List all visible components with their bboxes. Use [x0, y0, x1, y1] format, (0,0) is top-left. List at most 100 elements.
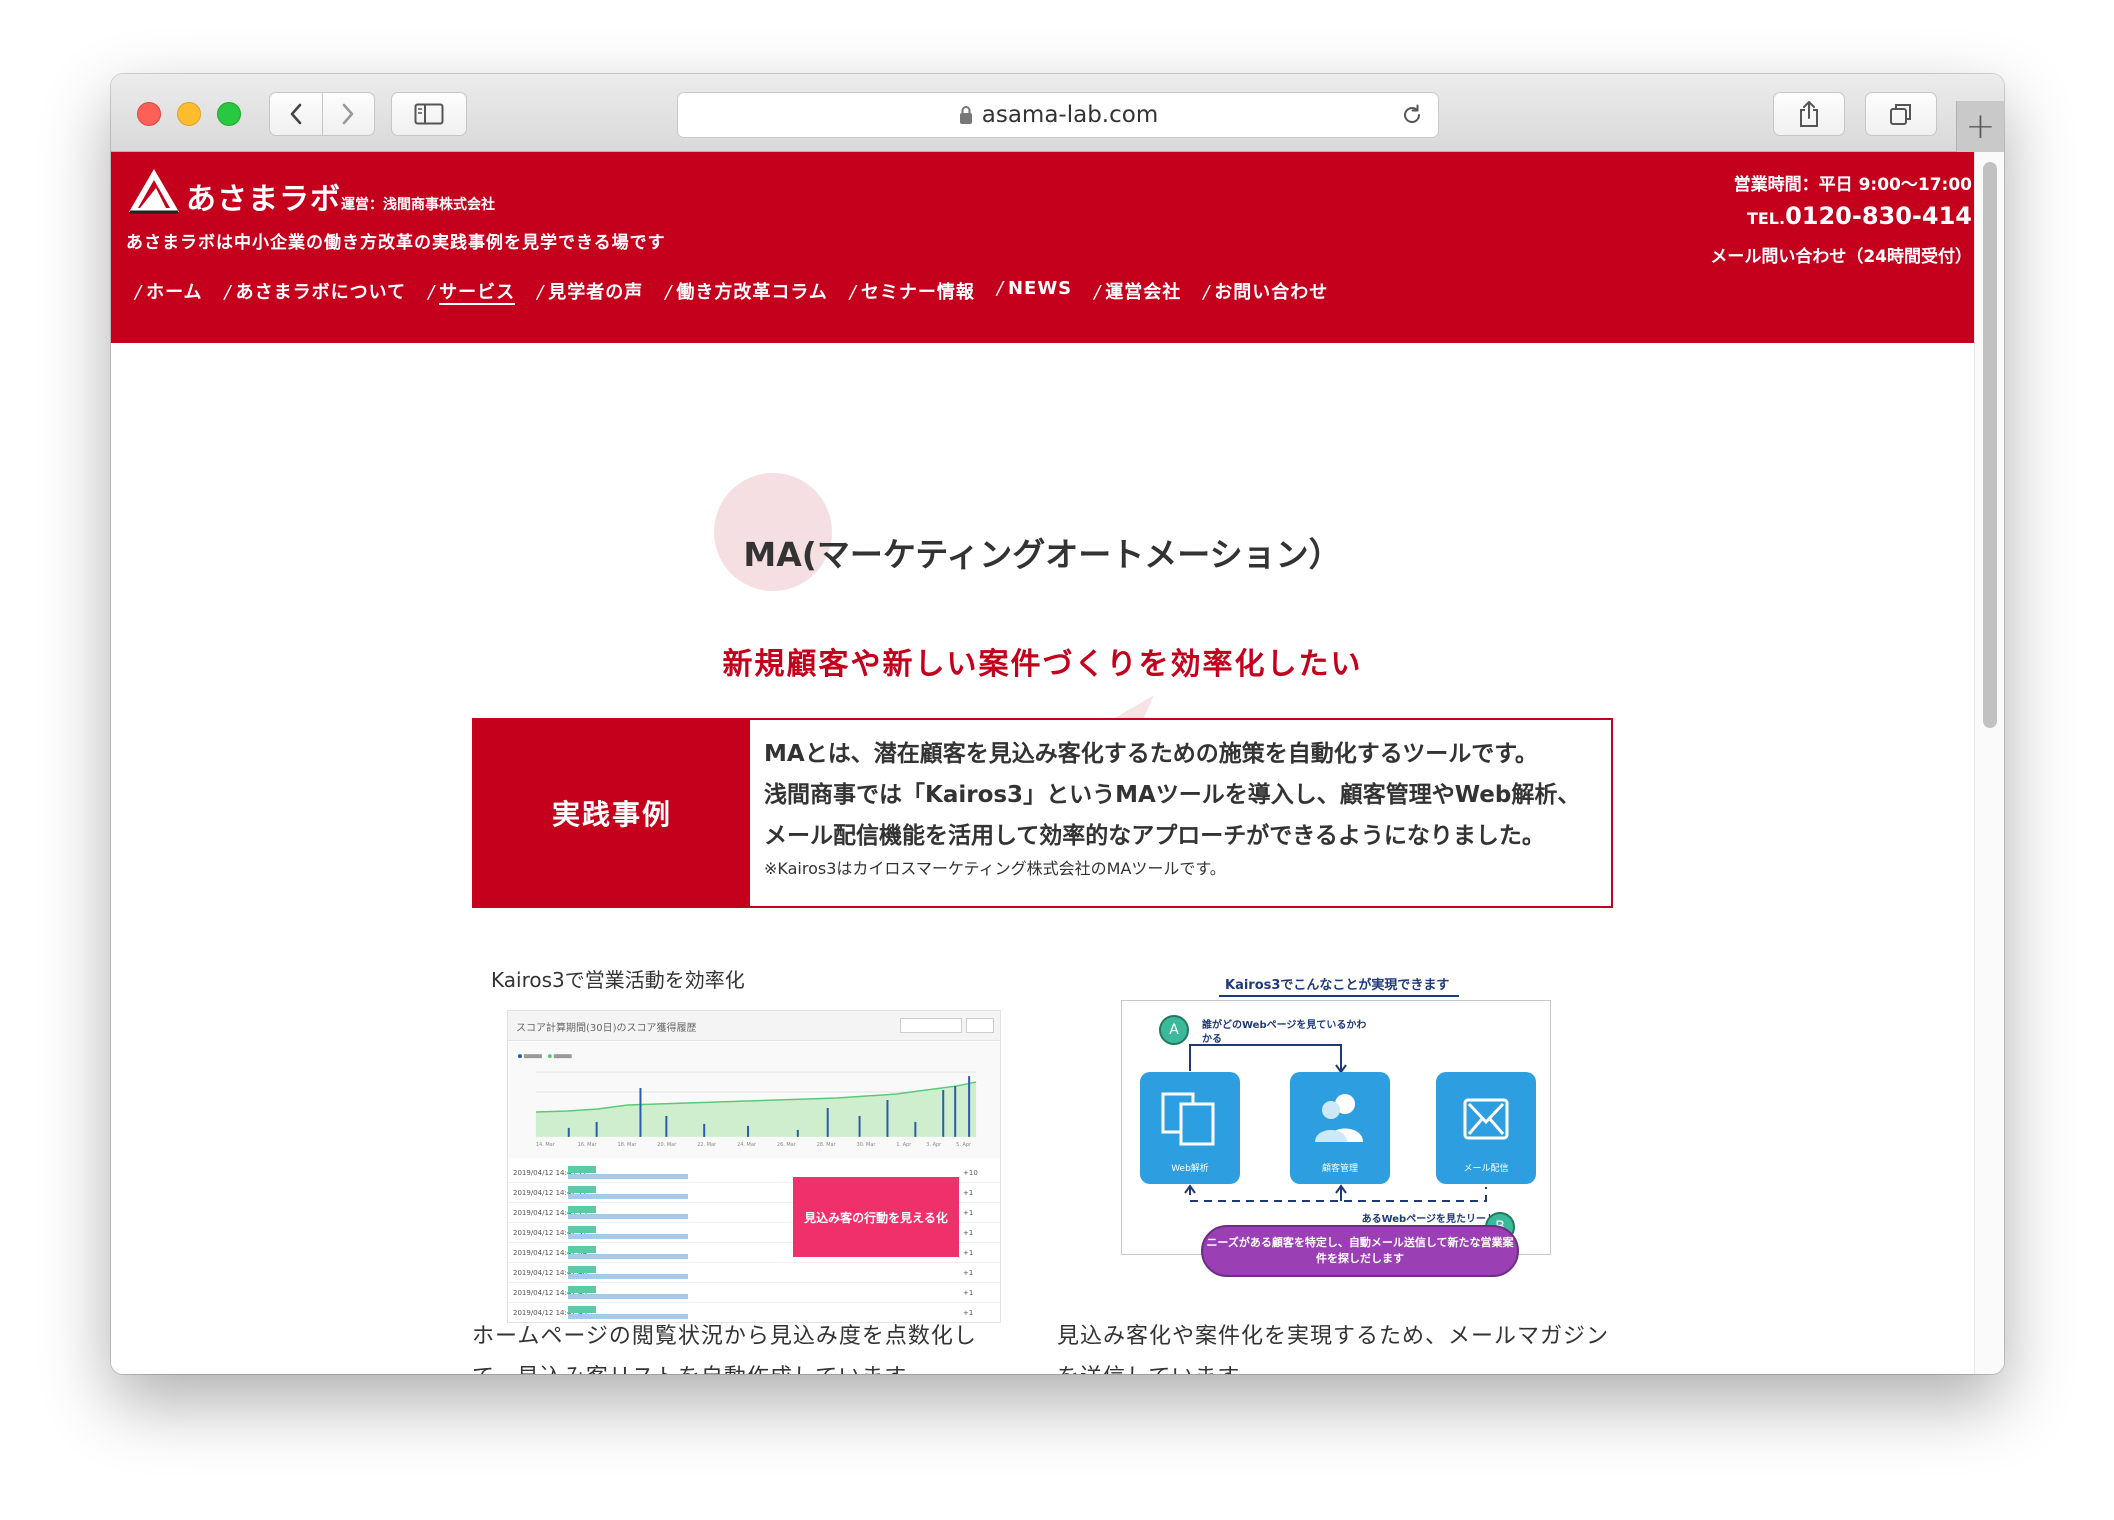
row-tag	[568, 1306, 596, 1313]
url-text: asama-lab.com	[981, 102, 1159, 128]
chevron-right-icon	[342, 103, 354, 125]
slash-icon: /	[665, 282, 673, 303]
plus-icon: +	[1965, 106, 1996, 147]
row-link	[568, 1234, 688, 1239]
screenshot-title: スコア計算期間(30日)のスコア獲得履歴	[516, 1023, 697, 1034]
table-row: 2019/04/12 14:41:46 +1	[508, 1263, 1000, 1283]
share-button[interactable]	[1773, 92, 1845, 136]
svg-text:18. Mar: 18. Mar	[618, 1142, 638, 1148]
slash-icon: /	[996, 278, 1004, 299]
business-hours: 営業時間：平日 9:00〜17:00	[1733, 175, 1972, 195]
mountain-logo-icon[interactable]	[126, 166, 182, 216]
case-footnote: ※Kairos3はカイロスマーケティング株式会社のMAツールです。	[764, 859, 1226, 878]
nav-item-label: あさまラボについて	[235, 282, 407, 303]
slash-icon: /	[428, 282, 436, 303]
row-tag	[568, 1186, 596, 1193]
mail-delivery-tile: メール配信	[1436, 1072, 1536, 1184]
svg-text:1. Apr: 1. Apr	[896, 1142, 912, 1148]
scrollbar-track[interactable]	[1974, 152, 2004, 1374]
row-points: +1	[963, 1269, 974, 1277]
site-tagline: あさまラボは中小企業の働き方改革の実践事例を見学できる場です	[126, 233, 666, 253]
nav-item[interactable]: / NEWS	[997, 278, 1072, 304]
row-tag	[568, 1246, 596, 1253]
minimize-window-button[interactable]	[177, 102, 201, 126]
svg-text:5. Apr: 5. Apr	[956, 1142, 972, 1148]
operator-text: 運営：浅間商事株式会社	[341, 197, 495, 213]
nav-item[interactable]: / 運営会社	[1094, 278, 1181, 304]
case-line: メール配信機能を活用して効率的なアプローチができるようになりました。	[764, 823, 1545, 849]
share-icon	[1800, 101, 1818, 127]
row-tag	[568, 1286, 596, 1293]
nav-item-label: 働き方改革コラム	[676, 282, 828, 303]
site-header: あさまラボ 運営：浅間商事株式会社 あさまラボは中小企業の働き方改革の実践事例を…	[111, 152, 1974, 343]
new-tab-button[interactable]: +	[1956, 101, 2004, 152]
visualization-overlay: 見込み客の行動を見える化	[793, 1177, 959, 1257]
svg-text:3. Apr: 3. Apr	[926, 1142, 942, 1148]
slash-icon: /	[1094, 282, 1102, 303]
case-line: MAとは、潜在顧客を見込み客化するための施策を自動化するツールです。	[764, 741, 1538, 767]
browser-toolbar: asama-lab.com +	[111, 74, 2004, 152]
row-link	[568, 1294, 688, 1299]
row-tag	[568, 1226, 596, 1233]
right-figure-title: Kairos3でこんなことが実現できます	[1225, 978, 1450, 993]
sidebar-toggle-button[interactable]	[391, 92, 467, 136]
nav-item[interactable]: / ホーム	[135, 278, 203, 304]
nav-item[interactable]: / サービス	[428, 278, 516, 305]
page-subtitle: 新規顧客や新しい案件づくりを効率化したい	[722, 647, 1363, 682]
people-icon	[1315, 1094, 1363, 1142]
row-tag	[568, 1206, 596, 1213]
browser-window: asama-lab.com + あさまラボ 運営：浅間商事株式会社 あさまラボは…	[111, 74, 2004, 1374]
svg-text:16. Mar: 16. Mar	[578, 1142, 598, 1148]
row-link	[568, 1214, 688, 1219]
svg-text:24. Mar: 24. Mar	[737, 1142, 757, 1148]
nav-item[interactable]: / 働き方改革コラム	[665, 278, 828, 304]
slash-icon: /	[849, 282, 857, 303]
row-link	[568, 1254, 688, 1259]
reload-icon[interactable]	[1400, 103, 1424, 127]
nav-item-label: 見学者の声	[548, 282, 644, 303]
nav-item-label: 運営会社	[1105, 282, 1182, 303]
kairos-feature-diagram: A 誰がどのWebページを見ているかわかる Web解析 顧客管理 メール配信 あ…	[1121, 1000, 1551, 1255]
site-logo-text[interactable]: あさまラボ	[186, 174, 341, 218]
zoom-window-button[interactable]	[217, 102, 241, 126]
documents-icon	[1161, 1092, 1215, 1146]
history-nav-group	[269, 92, 375, 136]
tab-overview-button[interactable]	[1865, 92, 1937, 136]
svg-text:28. Mar: 28. Mar	[817, 1142, 837, 1148]
chevron-left-icon	[290, 103, 302, 125]
address-bar[interactable]: asama-lab.com	[677, 92, 1439, 138]
slash-icon: /	[135, 282, 143, 303]
tile-label: メール配信	[1463, 1164, 1509, 1174]
score-history-screenshot: スコア計算期間(30日)のスコア獲得履歴 14. Mar 16. Mar 18.…	[507, 1010, 1001, 1323]
nav-item[interactable]: / お問い合わせ	[1203, 278, 1328, 304]
slash-icon: /	[224, 282, 232, 303]
page-viewport: あさまラボ 運営：浅間商事株式会社 あさまラボは中小企業の働き方改革の実践事例を…	[111, 152, 2004, 1374]
case-line: 浅間商事では「Kairos3」というMAツールを導入し、顧客管理やWeb解析、	[764, 782, 1581, 808]
screenshot-header: スコア計算期間(30日)のスコア獲得履歴	[508, 1011, 1000, 1041]
slash-icon: /	[1203, 282, 1211, 303]
row-link	[568, 1174, 688, 1179]
page-title: MA(マーケティングオートメーション）	[743, 535, 1342, 574]
tile-label: 顧客管理	[1321, 1164, 1358, 1174]
row-link	[568, 1194, 688, 1199]
phone-number[interactable]: TEL.0120-830-414	[1747, 202, 1972, 230]
nav-item-label: セミナー情報	[860, 282, 975, 303]
svg-text:20. Mar: 20. Mar	[657, 1142, 677, 1148]
title-underline	[1219, 995, 1459, 997]
nav-item[interactable]: / セミナー情報	[850, 278, 975, 304]
forward-button[interactable]	[322, 93, 374, 135]
left-figure-description: ホームページの閲覧状況から見込み度を点数化して、見込み客リストを自動作成していま…	[472, 1324, 977, 1374]
global-nav: / ホーム / あさまラボについて / サービス / 見学者の声 / 働き方改革コラム / セミナー情…	[135, 278, 1350, 305]
mail-icon	[1463, 1098, 1509, 1140]
lock-icon	[959, 106, 972, 124]
svg-text:26. Mar: 26. Mar	[777, 1142, 797, 1148]
tel-number: 0120-830-414	[1785, 202, 1972, 230]
nav-item[interactable]: / あさまラボについて	[225, 278, 407, 304]
back-button[interactable]	[270, 93, 322, 135]
close-window-button[interactable]	[137, 102, 161, 126]
mail-contact-link[interactable]: メール問い合わせ（24時間受付）	[1710, 242, 1972, 267]
slash-icon: /	[537, 282, 545, 303]
scrollbar-thumb[interactable]	[1983, 162, 1997, 728]
row-points: +1	[963, 1229, 974, 1237]
nav-item[interactable]: / 見学者の声	[537, 278, 643, 304]
